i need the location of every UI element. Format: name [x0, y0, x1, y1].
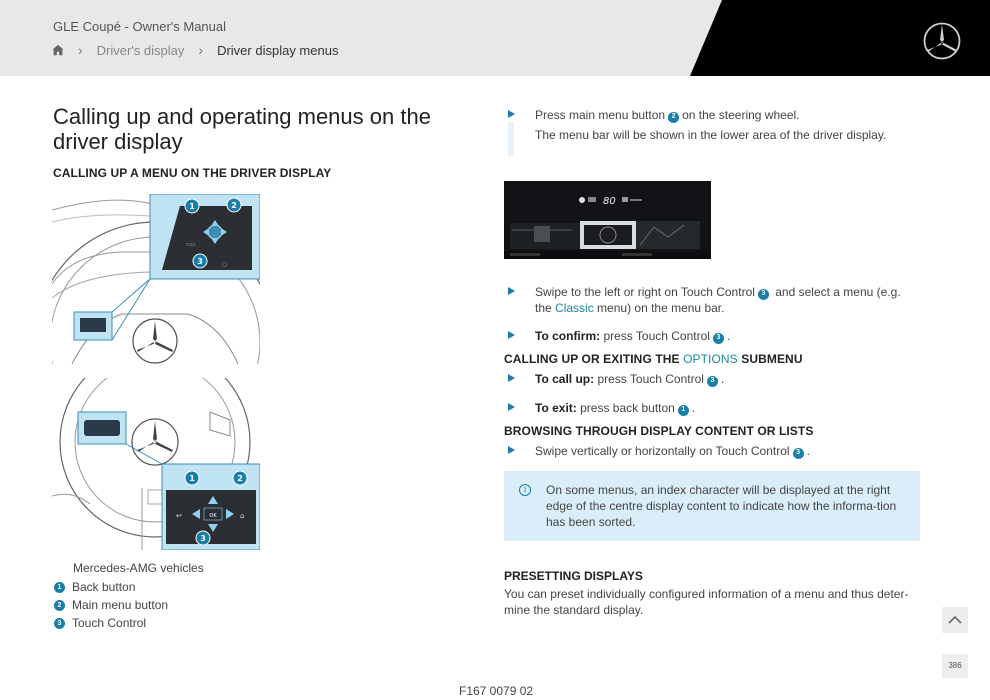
step-text: Press main menu button [535, 108, 666, 122]
page-number-button[interactable]: 386 [942, 654, 968, 678]
arrow-icon [508, 403, 515, 411]
home-icon[interactable] [52, 44, 64, 56]
number-badge: 1 [54, 581, 65, 593]
breadcrumb-link-drivers-display[interactable]: Driver's display [97, 43, 185, 58]
page-title: Calling up and operating menus on the dr… [53, 104, 431, 154]
step-label: To confirm: [535, 329, 601, 343]
number-badge: 3 [712, 332, 724, 344]
arrow-icon [508, 287, 515, 295]
callout-2: 2 [231, 201, 237, 210]
step-text: and select a menu (e.g. [775, 285, 901, 299]
manual-title: GLE Coupé - Owner's Manual [53, 19, 227, 34]
section-heading-presetting: PRESETTING DISPLAYS [504, 569, 643, 583]
section-heading-options-submenu: CALLING UP OR EXITING THE OPTIONS SUBMEN… [504, 352, 803, 366]
step-label: To exit: [535, 401, 577, 415]
number-badge: 3 [54, 617, 65, 629]
step-call-up: To call up: press Touch Control 3. [508, 371, 918, 387]
ok-label: OK [209, 513, 217, 519]
section-heading-calling-up: CALLING UP A MENU ON THE DRIVER DISPLAY [53, 166, 332, 180]
presetting-text: You can preset individually configured i… [504, 587, 909, 617]
step-press-main-menu: Press main menu button 2 on the steering w… [508, 107, 918, 123]
step-text: menu) on the menu bar. [597, 301, 725, 315]
step-label: To call up: [535, 372, 595, 386]
callout-1: 1 [189, 474, 195, 483]
chevron-right-icon: › [198, 42, 204, 58]
legend-item-back-button: 1 Back button [54, 580, 135, 594]
legend-item-main-menu-button: 2 Main menu button [54, 598, 168, 612]
driver-display-screenshot: 80 [504, 181, 711, 259]
result-text: The menu bar will be shown in the lower … [535, 128, 887, 142]
presetting-section: PRESETTING DISPLAYS You can preset indiv… [504, 568, 914, 618]
legend-label: Main menu button [72, 598, 169, 612]
number-badge: 1 [677, 404, 689, 416]
number-badge: 3 [792, 447, 804, 459]
steering-wheel-illustration-amg: OK ↩ ⌂ 1 2 3 [52, 378, 260, 550]
chevron-up-icon [948, 615, 962, 624]
number-badge: 3 [706, 375, 718, 387]
callout-2: 2 [237, 474, 243, 483]
step-swipe-select-menu: Swipe to the left or right on Touch Cont… [508, 284, 918, 318]
svg-text:⌂: ⌂ [240, 512, 244, 520]
number-badge: 3 [757, 288, 769, 300]
arrow-icon [508, 331, 515, 339]
callout-3: 3 [200, 534, 206, 543]
legend-label: Back button [72, 580, 136, 594]
arrow-icon [508, 110, 515, 118]
step-text: Swipe vertically or horizontally on Touc… [535, 444, 790, 458]
svg-text:▭▭: ▭▭ [186, 242, 196, 248]
step-text: press back button [580, 401, 675, 415]
svg-text:↩: ↩ [176, 512, 182, 520]
info-icon: i [519, 484, 531, 496]
section-heading-browsing: BROWSING THROUGH DISPLAY CONTENT OR LIST… [504, 424, 814, 438]
arrow-icon [508, 374, 515, 382]
step-text: Swipe to the left or right on Touch Cont… [535, 285, 755, 299]
step-exit: To exit: press back button 1. [508, 400, 918, 416]
heading-text: SUBMENU [741, 352, 803, 366]
info-note: i On some menus, an index character will… [504, 471, 920, 541]
arrow-icon [508, 446, 515, 454]
number-badge: 2 [54, 599, 65, 611]
legend-label: Touch Control [72, 616, 147, 630]
header-bar: GLE Coupé - Owner's Manual › Driver's di… [0, 0, 990, 76]
number-badge: 2 [668, 111, 680, 123]
step-result: The menu bar will be shown in the lower … [508, 127, 918, 143]
classic-menu-term: Classic [555, 301, 594, 315]
steering-wheel-illustration-top: ▭▭ ▢ 1 2 3 [52, 194, 260, 364]
info-text: On some menus, an index character will b… [546, 483, 897, 529]
options-term: OPTIONS [683, 352, 738, 366]
step-text: press Touch Control [597, 372, 704, 386]
svg-text:▢: ▢ [222, 262, 227, 268]
step-text: press Touch Control [603, 329, 710, 343]
mercedes-star-logo [923, 22, 961, 60]
callout-1: 1 [189, 202, 195, 211]
step-swipe-browse: Swipe vertically or horizontally on Touc… [508, 443, 918, 459]
step-text: on the steering wheel. [682, 108, 800, 122]
speed-readout: 80 [603, 196, 616, 207]
breadcrumb-current: Driver display menus [217, 42, 339, 58]
legend-item-touch-control: 3 Touch Control [54, 616, 146, 630]
image-code: F167 0079 02 [459, 684, 534, 698]
scroll-to-top-button[interactable] [942, 607, 968, 633]
chevron-right-icon: › [78, 42, 83, 58]
callout-3: 3 [197, 257, 203, 266]
step-text: the [535, 301, 552, 315]
step-confirm: To confirm: press Touch Control 3. [508, 328, 918, 344]
heading-text: CALLING UP OR EXITING THE [504, 352, 680, 366]
breadcrumb: › Driver's display › Driver display menu… [52, 42, 338, 58]
illustration-caption: Mercedes-AMG vehicles [73, 561, 204, 575]
